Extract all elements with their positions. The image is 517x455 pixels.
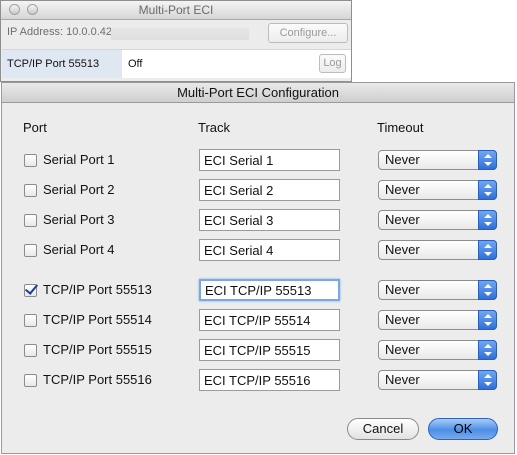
- ok-button[interactable]: OK: [428, 418, 498, 440]
- track-name-input[interactable]: [199, 369, 340, 391]
- track-name-input[interactable]: [199, 179, 340, 201]
- timeout-value: Never: [385, 152, 420, 167]
- port-label: TCP/IP Port 55516: [43, 372, 152, 387]
- timeout-select[interactable]: Never: [378, 370, 497, 390]
- timeout-select[interactable]: Never: [378, 280, 497, 300]
- timeout-value: Never: [385, 212, 420, 227]
- port-enable-checkbox[interactable]: [24, 314, 37, 327]
- port-enable-checkbox[interactable]: [24, 344, 37, 357]
- port-enable-checkbox[interactable]: [24, 284, 37, 297]
- port-row: Serial Port 3 Never: [2, 209, 514, 235]
- configuration-sheet: Multi-Port ECI Configuration Port Track …: [1, 82, 515, 454]
- timeout-value: Never: [385, 242, 420, 257]
- ip-address-label: IP Address: 10.0.0.42: [7, 26, 112, 38]
- port-row: TCP/IP Port 55513 Never: [2, 279, 514, 305]
- popup-arrows-icon[interactable]: [478, 240, 497, 260]
- timeout-value: Never: [385, 342, 420, 357]
- port-row: TCP/IP Port 55515 Never: [2, 339, 514, 365]
- popup-arrows-icon[interactable]: [478, 310, 497, 330]
- track-name-input[interactable]: [199, 279, 340, 301]
- main-window-titlebar: Multi-Port ECI: [1, 1, 351, 20]
- popup-arrows-icon[interactable]: [478, 370, 497, 390]
- port-label: Serial Port 1: [43, 152, 115, 167]
- port-row: Serial Port 2 Never: [2, 179, 514, 205]
- configure-button[interactable]: Configure...: [268, 23, 348, 43]
- ip-address-field: [111, 28, 249, 40]
- timeout-select[interactable]: Never: [378, 180, 497, 200]
- port-row: Serial Port 1 Never: [2, 149, 514, 175]
- port-row: Serial Port 4 Never: [2, 239, 514, 265]
- timeout-value: Never: [385, 182, 420, 197]
- port-enable-checkbox[interactable]: [24, 214, 37, 227]
- port-status-name: TCP/IP Port 55513: [2, 50, 122, 78]
- track-name-input[interactable]: [199, 239, 340, 261]
- popup-arrows-icon[interactable]: [478, 280, 497, 300]
- port-enable-checkbox[interactable]: [24, 244, 37, 257]
- port-label: Serial Port 2: [43, 182, 115, 197]
- timeout-select[interactable]: Never: [378, 240, 497, 260]
- track-name-input[interactable]: [199, 309, 340, 331]
- port-label: TCP/IP Port 55513: [43, 282, 152, 297]
- sheet-title: Multi-Port ECI Configuration: [2, 83, 514, 103]
- port-enable-checkbox[interactable]: [24, 374, 37, 387]
- close-window-icon[interactable]: [9, 4, 20, 15]
- minimize-window-icon[interactable]: [27, 4, 38, 15]
- timeout-value: Never: [385, 372, 420, 387]
- port-status-value: Off: [128, 58, 143, 70]
- main-window: Multi-Port ECI IP Address: 10.0.0.42 Con…: [0, 0, 352, 82]
- port-label: Serial Port 3: [43, 212, 115, 227]
- timeout-select[interactable]: Never: [378, 340, 497, 360]
- timeout-select[interactable]: Never: [378, 210, 497, 230]
- popup-arrows-icon[interactable]: [478, 150, 497, 170]
- timeout-value: Never: [385, 312, 420, 327]
- port-row: TCP/IP Port 55516 Never: [2, 369, 514, 395]
- track-name-input[interactable]: [199, 339, 340, 361]
- timeout-select[interactable]: Never: [378, 310, 497, 330]
- port-column-header: Port: [23, 120, 47, 135]
- popup-arrows-icon[interactable]: [478, 210, 497, 230]
- cancel-button[interactable]: Cancel: [347, 418, 419, 440]
- port-enable-checkbox[interactable]: [24, 184, 37, 197]
- port-label: Serial Port 4: [43, 242, 115, 257]
- popup-arrows-icon[interactable]: [478, 340, 497, 360]
- track-name-input[interactable]: [199, 149, 340, 171]
- port-label: TCP/IP Port 55515: [43, 342, 152, 357]
- port-row: TCP/IP Port 55514 Never: [2, 309, 514, 335]
- popup-arrows-icon[interactable]: [478, 180, 497, 200]
- timeout-select[interactable]: Never: [378, 150, 497, 170]
- log-button[interactable]: Log: [319, 54, 346, 73]
- timeout-column-header: Timeout: [377, 120, 424, 135]
- main-window-title: Multi-Port ECI: [138, 3, 214, 17]
- port-label: TCP/IP Port 55514: [43, 312, 152, 327]
- track-name-input[interactable]: [199, 209, 340, 231]
- track-column-header: Track: [198, 120, 231, 135]
- timeout-value: Never: [385, 282, 420, 297]
- port-enable-checkbox[interactable]: [24, 154, 37, 167]
- port-status-row[interactable]: TCP/IP Port 55513 Off Log: [2, 49, 351, 78]
